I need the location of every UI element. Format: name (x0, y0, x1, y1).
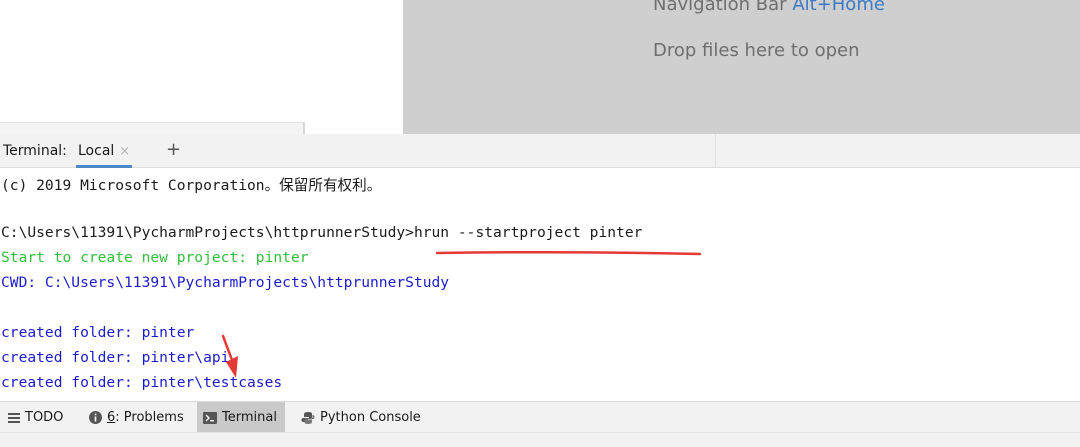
close-icon[interactable]: × (119, 144, 130, 159)
python-console-label: Python Console (320, 410, 421, 425)
add-tab-icon[interactable]: + (166, 139, 181, 160)
info-icon (89, 411, 102, 424)
terminal-line: C:\Users\11391\PycharmProjects\httprunne… (1, 224, 643, 241)
drop-files-hint: Drop files here to open (653, 40, 860, 61)
terminal-output[interactable]: (c) 2019 Microsoft Corporation。保留所有权利。 C… (0, 168, 1080, 401)
terminal-line: created folder: pinter\api (1, 349, 230, 366)
terminal-line: Start to create new project: pinter (1, 249, 309, 266)
status-bar (0, 432, 1080, 447)
panel-divider (715, 134, 716, 168)
todo-label: TODO (25, 410, 64, 425)
problems-label: : Problems (115, 410, 184, 425)
terminal-line: created folder: pinter\testcases (1, 374, 283, 391)
tab-local-label: Local (78, 143, 115, 159)
editor-empty-area[interactable]: Navigation Bar Alt+Home Drop files here … (403, 0, 1080, 134)
terminal-line: (c) 2019 Microsoft Corporation。保留所有权利。 (1, 177, 382, 194)
navigation-bar-shortcut: Alt+Home (792, 0, 885, 15)
terminal-line: CWD: C:\Users\11391\PycharmProjects\http… (1, 274, 450, 291)
navigation-bar-label: Navigation Bar (653, 0, 793, 15)
list-icon (8, 412, 20, 423)
terminal-title: Terminal: (3, 143, 67, 159)
terminal-line: created folder: pinter (1, 324, 195, 341)
terminal-label: Terminal (222, 410, 277, 425)
problems-mnemonic: 6 (107, 410, 116, 425)
terminal-icon (203, 411, 217, 424)
red-underline-mark (435, 250, 702, 256)
terminal-button[interactable]: Terminal (197, 402, 285, 433)
problems-button[interactable]: 6: Problems (83, 402, 190, 433)
tool-window-bar: TODO 6: Problems Terminal Python Console (0, 401, 1080, 433)
terminal-tab-bar: Terminal: Local × + (0, 134, 1080, 168)
todo-button[interactable]: TODO (2, 402, 69, 433)
python-console-button[interactable]: Python Console (295, 402, 427, 433)
horizontal-scrollbar[interactable] (0, 122, 305, 135)
project-panel (0, 0, 403, 135)
python-icon (301, 411, 315, 425)
navigation-bar-hint: Navigation Bar Alt+Home (653, 0, 885, 15)
tab-local[interactable]: Local × (76, 134, 133, 168)
